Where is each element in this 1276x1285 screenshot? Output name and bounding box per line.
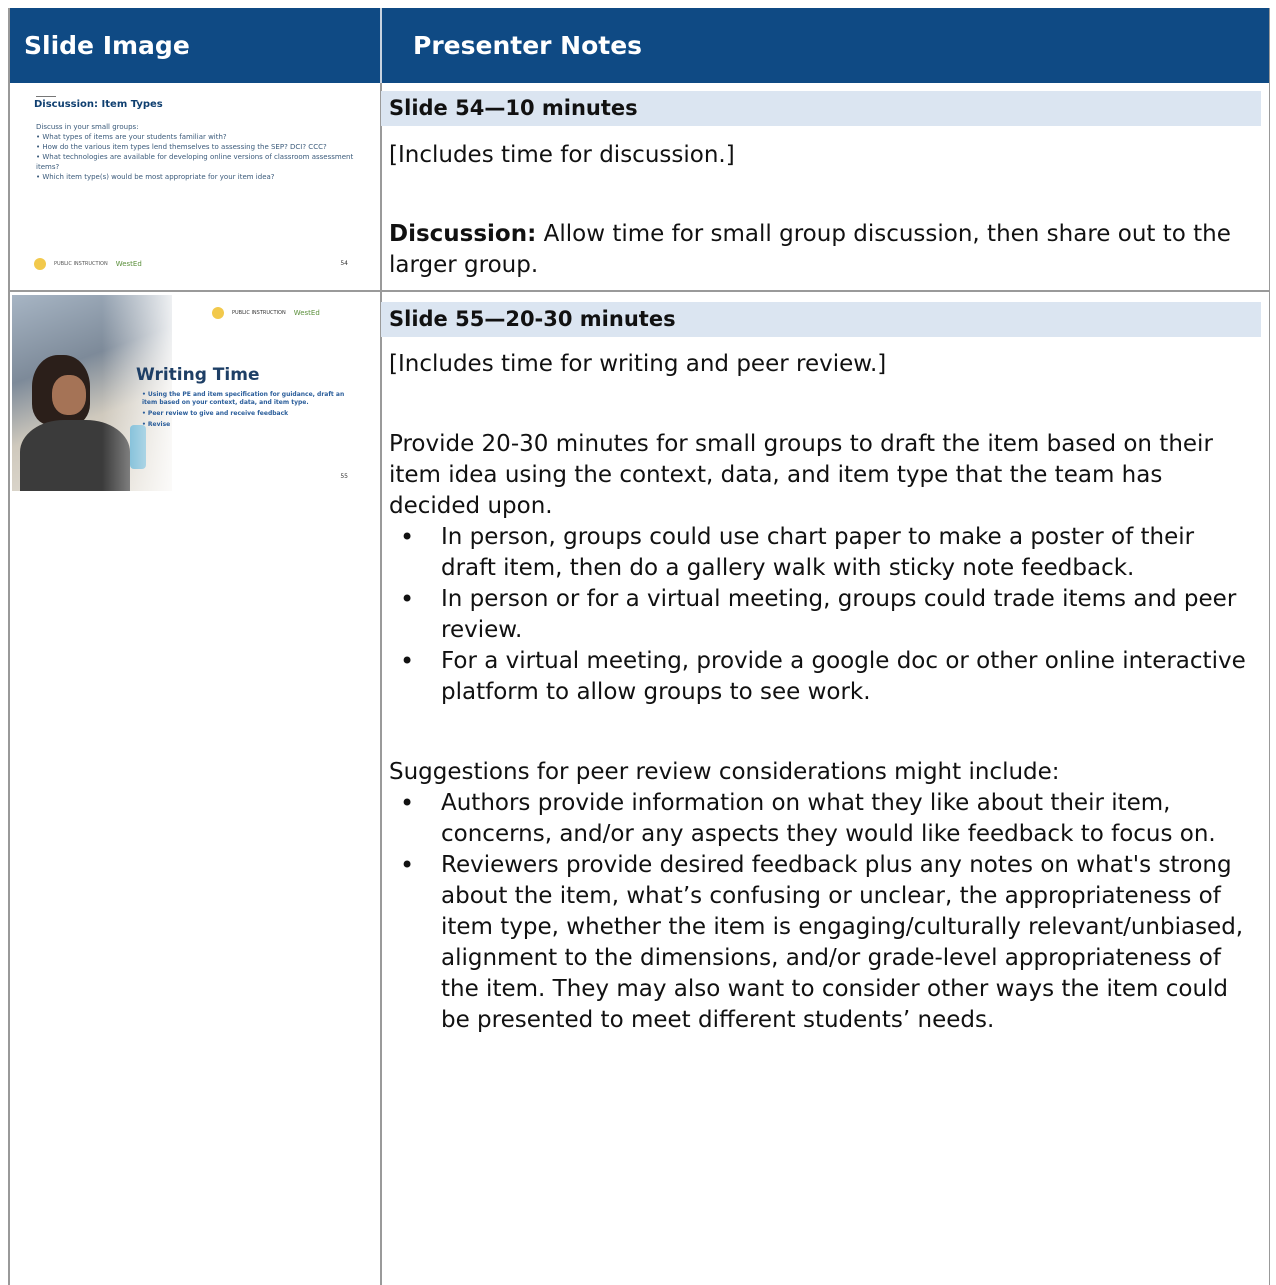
list-item: In person, groups could use chart paper … [389, 522, 1255, 584]
thumbnail-page-number: 54 [340, 260, 348, 267]
slide-55-notes: [Includes time for writing and peer revi… [389, 349, 1255, 1036]
wested-logo: WestEd [115, 260, 142, 268]
ospi-sun-icon [212, 307, 224, 319]
thumbnail-bullet: • Revise [142, 421, 171, 428]
thumbnail-bullet: • Peer review to give and receive feedba… [142, 410, 289, 417]
thumbnail-bullet: • Using the PE and item specification fo… [142, 391, 345, 406]
discussion-label: Discussion: [389, 221, 537, 247]
thumbnail-bullet: • What types of items are your students … [36, 133, 227, 141]
slide-decoration-line [36, 96, 56, 97]
thumbnail-title: Writing Time [136, 365, 260, 385]
header-divider [380, 8, 382, 83]
slide-54-title-bar: Slide 54—10 minutes [381, 91, 1261, 126]
thumbnail-body: Discuss in your small groups: • What typ… [36, 122, 356, 182]
thumbnail-body: • Using the PE and item specification fo… [142, 391, 354, 432]
ospi-sun-icon [34, 258, 46, 270]
thumbnail-intro: Discuss in your small groups: [36, 123, 139, 131]
thumbnail-bullet: • How do the various item types lend the… [36, 143, 327, 151]
header-presenter-notes: Presenter Notes [413, 31, 643, 60]
list-item: In person or for a virtual meeting, grou… [389, 584, 1255, 646]
student-face [52, 375, 86, 415]
thumbnail-page-number: 55 [340, 473, 348, 480]
thumbnail-logos: PUBLIC INSTRUCTION WestEd [34, 258, 142, 270]
thumbnail-title: Discussion: Item Types [34, 99, 163, 110]
notes-paragraph: Discussion: Allow time for small group d… [389, 219, 1255, 281]
table-header-row: Slide Image Presenter Notes [10, 8, 1269, 83]
list-item: For a virtual meeting, provide a google … [389, 646, 1255, 708]
thumbnail-bullet: • Which item type(s) would be most appro… [36, 173, 275, 181]
slide-54-notes: [Includes time for discussion.] Discussi… [389, 140, 1255, 281]
thumbnail-logos: PUBLIC INSTRUCTION WestEd [212, 307, 320, 319]
ospi-logo-text: PUBLIC INSTRUCTION [54, 261, 108, 267]
slide-55-thumbnail: PUBLIC INSTRUCTION WestEd Writing Time •… [12, 295, 360, 491]
row-divider [10, 290, 1269, 292]
slide-55-title: Slide 55—20-30 minutes [389, 307, 676, 331]
ospi-logo-text: PUBLIC INSTRUCTION [232, 310, 286, 316]
notes-paragraph: Provide 20-30 minutes for small groups t… [389, 431, 1213, 519]
slide-55-title-bar: Slide 55—20-30 minutes [381, 302, 1261, 337]
list-item: Authors provide information on what they… [389, 788, 1255, 850]
thumbnail-bullet: • What technologies are available for de… [36, 153, 354, 171]
slide-54-thumbnail: Discussion: Item Types Discuss in your s… [12, 86, 360, 282]
notes-list: In person, groups could use chart paper … [389, 522, 1255, 708]
header-slide-image: Slide Image [24, 31, 190, 60]
notes-paragraph: [Includes time for discussion.] [389, 142, 735, 168]
notes-paragraph: Suggestions for peer review consideratio… [389, 759, 1060, 785]
list-item: Reviewers provide desired feedback plus … [389, 850, 1255, 1036]
slide-54-title: Slide 54—10 minutes [389, 96, 638, 120]
notes-paragraph: [Includes time for writing and peer revi… [389, 351, 887, 377]
wested-logo: WestEd [293, 309, 320, 317]
notes-list: Authors provide information on what they… [389, 788, 1255, 1036]
column-divider [380, 83, 382, 1285]
